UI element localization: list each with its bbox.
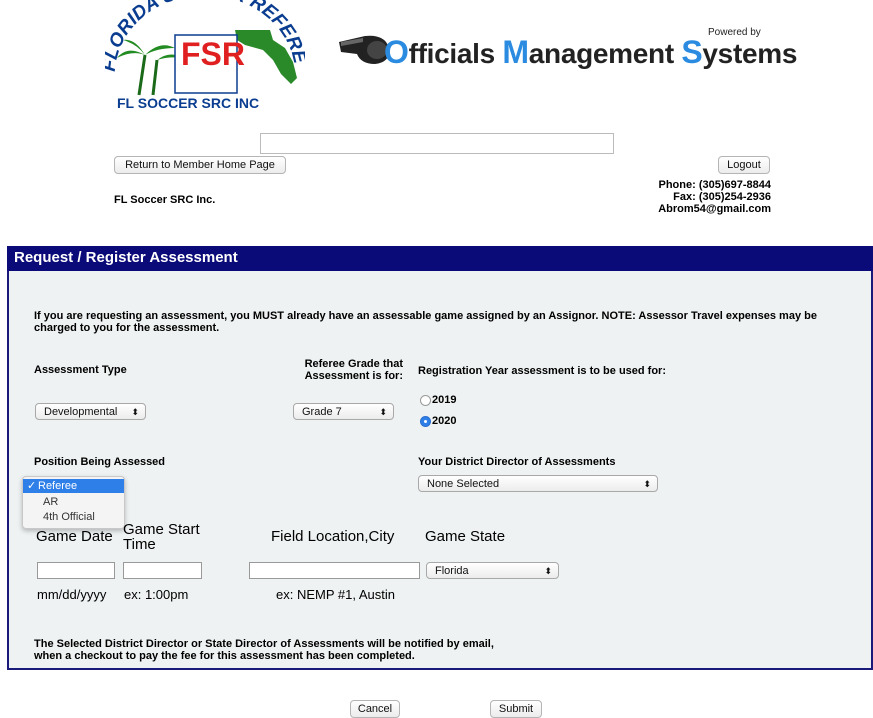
grade-select[interactable]: Grade 7 ⬍ bbox=[293, 403, 394, 420]
select-arrows-icon: ⬍ bbox=[643, 479, 651, 489]
position-label: Position Being Assessed bbox=[34, 456, 166, 468]
contact-block: Phone: (305)697-8844 Fax: (305)254-2936 … bbox=[658, 179, 771, 215]
check-icon: ✓ bbox=[27, 480, 37, 492]
panel-title: Request / Register Assessment bbox=[14, 249, 238, 266]
district-label: Your District Director of Assessments bbox=[418, 456, 616, 468]
location-hint: ex: NEMP #1, Austin bbox=[276, 587, 395, 602]
email-text: Abrom54@gmail.com bbox=[658, 203, 771, 215]
reg-year-label: Registration Year assessment is to be us… bbox=[418, 365, 666, 377]
game-date-input[interactable] bbox=[37, 562, 115, 579]
position-dropdown-list[interactable]: ✓ Referee AR 4th Official bbox=[22, 476, 125, 529]
grade-value: Grade 7 bbox=[302, 406, 342, 418]
game-date-label: Game Date bbox=[36, 528, 113, 545]
select-arrows-icon: ⬍ bbox=[379, 407, 387, 417]
assessment-type-value: Developmental bbox=[44, 406, 118, 418]
submit-button[interactable]: Submit bbox=[490, 700, 542, 718]
position-option-ar[interactable]: AR bbox=[23, 495, 124, 509]
select-arrows-icon: ⬍ bbox=[544, 566, 552, 576]
grade-label: Referee Grade that Assessment is for: bbox=[304, 358, 403, 382]
phone-text: Phone: (305)697-8844 bbox=[658, 179, 772, 191]
field-location-input[interactable] bbox=[249, 562, 420, 579]
position-option-label: AR bbox=[43, 496, 59, 508]
oms-word-3: ystems bbox=[702, 38, 798, 69]
field-location-label: Field Location,City bbox=[271, 528, 395, 545]
oms-word-1: fficials bbox=[408, 38, 503, 69]
header-search-input[interactable] bbox=[260, 133, 614, 154]
date-hint: mm/dd/yyyy bbox=[37, 587, 107, 602]
fsr-logo-art: FLORIDA SOCCER REFEREES FSR FL SOCCER SR… bbox=[99, 0, 311, 111]
position-option-referee[interactable]: ✓ Referee bbox=[23, 479, 124, 493]
intro-text: If you are requesting an assessment, you… bbox=[34, 310, 817, 334]
game-state-value: Florida bbox=[435, 565, 469, 577]
assessment-type-label: Assessment Type bbox=[34, 364, 127, 376]
game-state-select[interactable]: Florida ⬍ bbox=[426, 562, 559, 579]
radio-2019-label: 2019 bbox=[432, 394, 457, 406]
oms-s-letter: S bbox=[681, 34, 703, 70]
notice-text: The Selected District Director or State … bbox=[34, 638, 494, 662]
return-home-button[interactable]: Return to Member Home Page bbox=[114, 156, 286, 174]
oms-word-2: anagement bbox=[528, 38, 682, 69]
logo-subtext: FL SOCCER SRC INC bbox=[117, 95, 259, 111]
oms-brand-title: Officials Management Systems bbox=[384, 34, 797, 71]
oms-m-letter: M bbox=[502, 34, 529, 70]
position-option-label: 4th Official bbox=[43, 511, 95, 523]
position-option-label: Referee bbox=[38, 480, 78, 492]
game-start-label: Game Start Time bbox=[123, 521, 200, 553]
assessment-type-select[interactable]: Developmental ⬍ bbox=[35, 403, 146, 420]
radio-2020-label: 2020 bbox=[432, 415, 457, 427]
time-hint: ex: 1:00pm bbox=[124, 587, 189, 602]
fsr-logo: FLORIDA SOCCER REFEREES FSR FL SOCCER SR… bbox=[99, 0, 311, 112]
district-value: None Selected bbox=[427, 478, 500, 490]
district-select[interactable]: None Selected ⬍ bbox=[418, 475, 658, 492]
fax-text: Fax: (305)254-2936 bbox=[673, 191, 771, 203]
game-start-input[interactable] bbox=[123, 562, 202, 579]
org-name: FL Soccer SRC Inc. bbox=[114, 194, 216, 206]
game-state-label: Game State bbox=[425, 528, 506, 545]
select-arrows-icon: ⬍ bbox=[131, 407, 139, 417]
radio-2020[interactable] bbox=[420, 416, 431, 427]
panel-header: Request / Register Assessment bbox=[7, 246, 873, 271]
radio-2019[interactable] bbox=[420, 395, 431, 406]
cancel-button[interactable]: Cancel bbox=[350, 700, 400, 718]
oms-o-letter: O bbox=[384, 34, 409, 70]
radio-dot bbox=[424, 420, 427, 423]
logout-button[interactable]: Logout bbox=[718, 156, 770, 174]
logo-letters-text: FSR bbox=[181, 36, 245, 72]
position-option-4th-official[interactable]: 4th Official bbox=[23, 510, 124, 524]
